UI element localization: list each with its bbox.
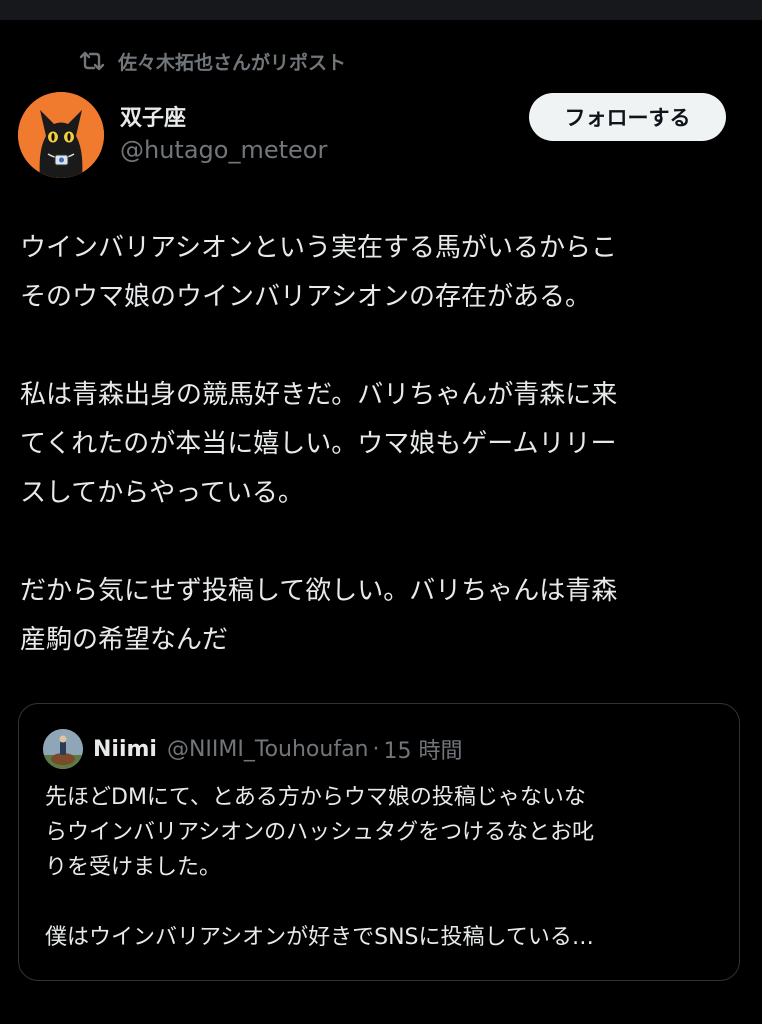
tweet-paragraph: だから気にせず投稿して欲しい。バリちゃんは青森 産駒の希望なんだ xyxy=(20,576,618,655)
rider-avatar-icon xyxy=(43,729,83,769)
quote-separator: · xyxy=(372,736,380,762)
quote-paragraph: 僕はウインバリアシオンが好きでSNSに投稿している… xyxy=(45,925,594,950)
quote-header: Niimi @NIIMI_Touhoufan · 15 時間 xyxy=(43,728,463,770)
quote-author-name: Niimi xyxy=(93,736,157,762)
repost-icon xyxy=(78,50,106,72)
tweet-body: ウインバリアシオンという実在する馬がいるからこ そのウマ娘のウインバリアシオンの… xyxy=(20,224,740,665)
quote-author-handle: @NIIMI_Touhoufan xyxy=(166,736,369,762)
avatar[interactable] xyxy=(18,92,104,178)
quote-body: 先ほどDMにて、とある方からウマ娘の投稿じゃないな らウインバリアシオンのハッシ… xyxy=(45,780,721,955)
tweet-paragraph: 私は青森出身の競馬好きだ。バリちゃんが青森に来 てくれたのが本当に嬉しい。ウマ娘… xyxy=(20,380,618,508)
repost-label: 佐々木拓也さんがリポスト xyxy=(118,51,347,74)
repost-indicator[interactable]: 佐々木拓也さんがリポスト xyxy=(78,46,346,76)
top-status-strip xyxy=(0,0,762,20)
black-cat-avatar-icon xyxy=(18,92,104,178)
quoted-tweet-card[interactable]: Niimi @NIIMI_Touhoufan · 15 時間 先ほどDMにて、と… xyxy=(18,703,740,981)
quote-timestamp: 15 時間 xyxy=(383,739,463,764)
tweet-paragraph: ウインバリアシオンという実在する馬がいるからこ そのウマ娘のウインバリアシオンの… xyxy=(20,233,617,312)
author-display-name[interactable]: 双子座 xyxy=(120,100,186,132)
quote-paragraph: 先ほどDMにて、とある方からウマ娘の投稿じゃないな らウインバリアシオンのハッシ… xyxy=(45,785,595,880)
author-handle[interactable]: @hutago_meteor xyxy=(120,136,327,164)
quote-avatar xyxy=(43,729,83,769)
follow-button[interactable]: フォローする xyxy=(529,93,726,141)
